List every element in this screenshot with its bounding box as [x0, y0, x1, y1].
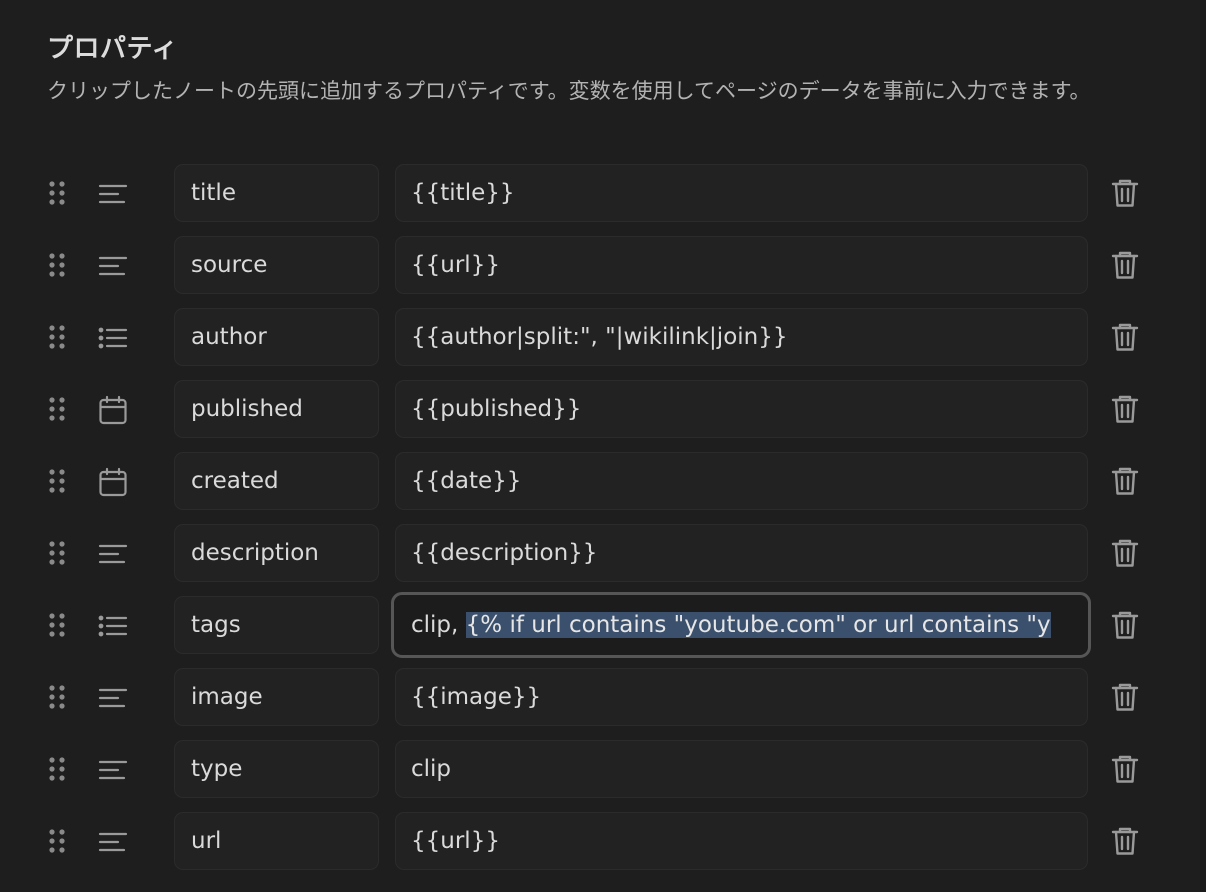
property-name-input[interactable]: image [174, 668, 379, 726]
property-name-input[interactable]: title [174, 164, 379, 222]
property-value-input[interactable]: {{author|split:", "|wikilink|join}} [395, 308, 1088, 366]
text-icon[interactable] [97, 538, 129, 570]
drag-handle-icon[interactable] [48, 251, 66, 279]
text-icon[interactable] [97, 178, 129, 210]
drag-handle-icon[interactable] [48, 683, 66, 711]
scrollbar-track[interactable] [1200, 0, 1206, 892]
property-value-input[interactable]: {{image}} [395, 668, 1088, 726]
drag-handle-icon[interactable] [48, 467, 66, 495]
trash-icon[interactable] [1110, 465, 1140, 497]
property-row: description {{description}} [0, 524, 1206, 596]
property-value-input[interactable]: {{url}} [395, 236, 1088, 294]
property-row: type clip [0, 740, 1206, 812]
value-text: clip, [411, 612, 466, 638]
drag-handle-icon[interactable] [48, 827, 66, 855]
property-name-input[interactable]: url [174, 812, 379, 870]
text-icon[interactable] [97, 682, 129, 714]
trash-icon[interactable] [1110, 681, 1140, 713]
trash-icon[interactable] [1110, 249, 1140, 281]
text-icon[interactable] [97, 754, 129, 786]
calendar-icon[interactable] [97, 466, 129, 498]
section-title: プロパティ [47, 34, 178, 64]
property-name-input[interactable]: created [174, 452, 379, 510]
calendar-icon[interactable] [97, 394, 129, 426]
property-value-input[interactable]: {{date}} [395, 452, 1088, 510]
trash-icon[interactable] [1110, 177, 1140, 209]
property-value-input[interactable]: clip [395, 740, 1088, 798]
text-icon[interactable] [97, 250, 129, 282]
trash-icon[interactable] [1110, 537, 1140, 569]
trash-icon[interactable] [1110, 825, 1140, 857]
list-icon[interactable] [97, 610, 129, 642]
property-row: author {{author|split:", "|wikilink|join… [0, 308, 1206, 380]
property-name-input[interactable]: description [174, 524, 379, 582]
drag-handle-icon[interactable] [48, 323, 66, 351]
text-icon[interactable] [97, 826, 129, 858]
property-name-input[interactable]: tags [174, 596, 379, 654]
property-value-input[interactable]: {{title}} [395, 164, 1088, 222]
drag-handle-icon[interactable] [48, 611, 66, 639]
drag-handle-icon[interactable] [48, 539, 66, 567]
trash-icon[interactable] [1110, 321, 1140, 353]
property-value-input[interactable]: {{published}} [395, 380, 1088, 438]
list-icon[interactable] [97, 322, 129, 354]
property-list: title {{title}} source {{url}} author {{… [0, 164, 1206, 884]
properties-settings-panel: プロパティ クリップしたノートの先頭に追加するプロパティです。変数を使用してペー… [0, 0, 1206, 892]
property-name-input[interactable]: source [174, 236, 379, 294]
property-row: title {{title}} [0, 164, 1206, 236]
drag-handle-icon[interactable] [48, 179, 66, 207]
property-value-input[interactable]: {{description}} [395, 524, 1088, 582]
drag-handle-icon[interactable] [48, 395, 66, 423]
trash-icon[interactable] [1110, 393, 1140, 425]
property-row: published {{published}} [0, 380, 1206, 452]
trash-icon[interactable] [1110, 753, 1140, 785]
selected-text: {% if url contains "youtube.com" or url … [465, 612, 1051, 638]
property-name-input[interactable]: type [174, 740, 379, 798]
property-row: created {{date}} [0, 452, 1206, 524]
drag-handle-icon[interactable] [48, 755, 66, 783]
property-name-input[interactable]: author [174, 308, 379, 366]
property-value-input-focused[interactable]: clip, {% if url contains "youtube.com" o… [391, 592, 1091, 658]
property-row: source {{url}} [0, 236, 1206, 308]
property-row: tags clip, {% if url contains "youtube.c… [0, 592, 1206, 668]
property-value-input[interactable]: {{url}} [395, 812, 1088, 870]
property-row: image {{image}} [0, 668, 1206, 740]
section-description: クリップしたノートの先頭に追加するプロパティです。変数を使用してページのデータを… [47, 79, 1091, 103]
property-row: url {{url}} [0, 812, 1206, 884]
property-name-input[interactable]: published [174, 380, 379, 438]
trash-icon[interactable] [1110, 609, 1140, 641]
